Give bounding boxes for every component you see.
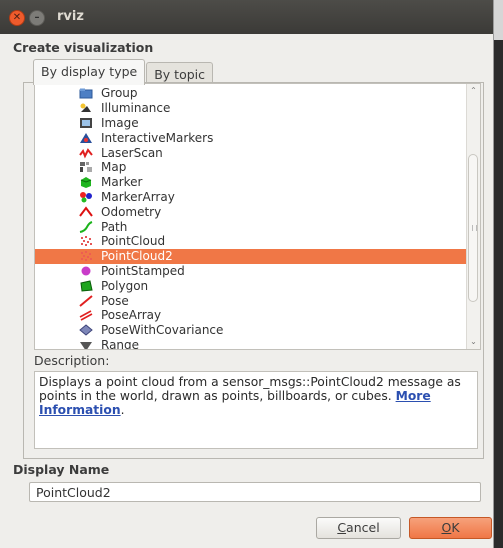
list-item-label: Marker (101, 175, 143, 190)
tab-panel: Group Illuminance Image InteractiveMarkers L… (23, 82, 484, 459)
description-box: Displays a point cloud from a sensor_msg… (34, 371, 478, 449)
list-item-label: Range (101, 337, 140, 350)
list-items: Group Illuminance Image InteractiveMarkers L… (35, 86, 480, 350)
range-icon (79, 339, 93, 349)
list-item-pointcloud[interactable]: PointCloud (35, 234, 480, 249)
list-item-posearray[interactable]: PoseArray (35, 308, 480, 323)
list-item-image[interactable]: Image (35, 116, 480, 131)
list-item-label: PoseArray (101, 308, 162, 323)
image-icon (79, 117, 93, 129)
list-scrollbar[interactable]: ⌃ ⌄ (466, 84, 480, 349)
list-item-range[interactable]: Range (35, 337, 480, 350)
list-item-label: Polygon (101, 278, 149, 293)
minimize-window-button[interactable]: – (29, 10, 45, 26)
ok-button[interactable]: OK (409, 517, 492, 539)
grip-icon (472, 225, 477, 231)
odometry-icon (79, 206, 93, 218)
create-visualization-heading: Create visualization (13, 40, 154, 55)
minimize-icon: – (34, 12, 40, 23)
list-item-label: PointStamped (101, 263, 185, 278)
list-item-label: PoseWithCovariance (101, 323, 224, 338)
interactive-markers-icon (79, 132, 93, 144)
list-item-label: Image (101, 115, 139, 130)
scrollbar-thumb[interactable] (468, 154, 478, 302)
title-bar: ✕ – rviz (0, 0, 493, 34)
list-item-laserscan[interactable]: LaserScan (35, 145, 480, 160)
tab-bar: By display type By topic (33, 59, 214, 85)
marker-array-icon (79, 191, 93, 203)
cancel-mnemonic: C (337, 520, 347, 535)
list-item-label: Pose (101, 293, 129, 308)
tab-by-display-type[interactable]: By display type (33, 59, 146, 85)
point-stamped-icon (79, 265, 93, 277)
display-name-label: Display Name (13, 462, 110, 477)
list-item-label: Odometry (101, 204, 162, 219)
list-item-posewithcovariance[interactable]: PoseWithCovariance (35, 323, 480, 338)
pose-with-covariance-icon (79, 324, 93, 336)
list-item-illuminance[interactable]: Illuminance (35, 101, 480, 116)
list-item-pose[interactable]: Pose (35, 293, 480, 308)
list-item-label: LaserScan (101, 145, 163, 160)
description-label: Description: (34, 353, 110, 368)
list-item-path[interactable]: Path (35, 219, 480, 234)
list-item-label: Illuminance (101, 101, 171, 116)
map-icon (79, 161, 93, 173)
polygon-icon (79, 280, 93, 292)
laserscan-icon (79, 147, 93, 159)
list-item-label: PointCloud2 (101, 249, 173, 264)
list-item-marker[interactable]: Marker (35, 175, 480, 190)
description-trailing: . (120, 403, 125, 417)
list-item-group[interactable]: Group (35, 86, 480, 101)
list-item-polygon[interactable]: Polygon (35, 278, 480, 293)
scroll-down-arrow-icon[interactable]: ⌄ (469, 337, 478, 347)
list-item-pointstamped[interactable]: PointStamped (35, 264, 480, 279)
close-window-button[interactable]: ✕ (9, 10, 25, 26)
pointcloud-icon (79, 235, 93, 247)
window-title: rviz (57, 9, 84, 24)
display-type-list[interactable]: Group Illuminance Image InteractiveMarkers L… (34, 83, 481, 350)
cancel-label: ancel (346, 520, 380, 535)
list-item-label: InteractiveMarkers (101, 130, 214, 145)
marker-cube-icon (79, 176, 93, 189)
list-item-label: Path (101, 219, 128, 234)
list-item-markerarray[interactable]: MarkerArray (35, 190, 480, 205)
ok-label: K (451, 520, 460, 535)
tab-by-topic[interactable]: By topic (146, 62, 214, 83)
list-item-odometry[interactable]: Odometry (35, 204, 480, 219)
scroll-up-arrow-icon[interactable]: ⌃ (469, 86, 478, 96)
cancel-button[interactable]: Cancel (316, 517, 401, 539)
close-icon: ✕ (12, 12, 22, 23)
path-icon (79, 220, 93, 233)
list-item-interactivemarkers[interactable]: InteractiveMarkers (35, 130, 480, 145)
pose-icon (79, 294, 93, 307)
display-name-input[interactable] (29, 482, 481, 502)
create-visualization-dialog: ✕ – rviz Create visualization By display… (0, 0, 494, 548)
list-item-pointcloud2[interactable]: PointCloud2 (35, 248, 480, 264)
list-item-label: MarkerArray (101, 189, 175, 204)
folder-icon (79, 87, 93, 99)
ok-mnemonic: O (441, 520, 452, 535)
list-item-map[interactable]: Map (35, 160, 480, 175)
list-item-label: Group (101, 86, 138, 101)
list-item-label: Map (101, 160, 127, 175)
list-item-label: PointCloud (101, 234, 166, 249)
pointcloud2-icon (79, 250, 93, 262)
pose-array-icon (79, 309, 93, 322)
illuminance-icon (79, 102, 93, 114)
